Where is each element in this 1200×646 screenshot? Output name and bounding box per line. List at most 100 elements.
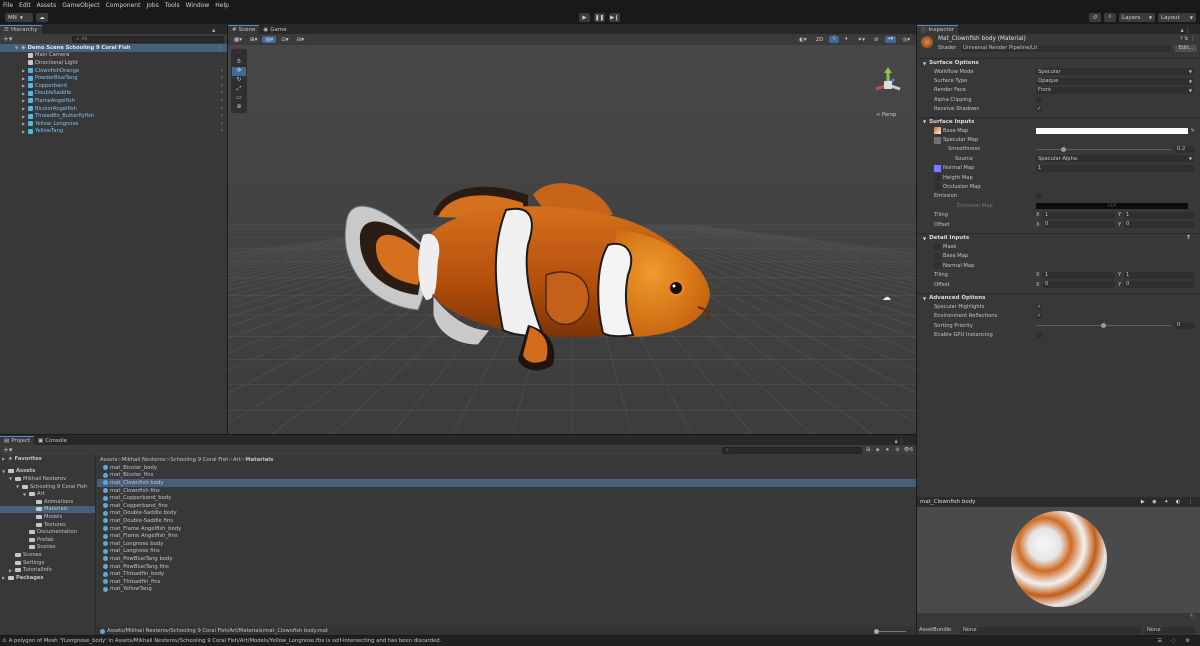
menu-item-edit[interactable]: Edit bbox=[19, 2, 31, 9]
hidden-objects-icon[interactable]: ⊘ bbox=[870, 36, 882, 43]
project-tree-item[interactable]: ▶ Packages bbox=[0, 574, 95, 582]
detail-offset-x-field[interactable]: 0 bbox=[1043, 281, 1115, 288]
hierarchy-item[interactable]: ▶ Copperband › bbox=[0, 82, 227, 90]
project-tree-item[interactable]: ▼ Mikhail Nesterov bbox=[0, 475, 95, 483]
file-item[interactable]: mat_Threadfin_body bbox=[97, 570, 916, 578]
file-item[interactable]: mat_PowBlueTang body bbox=[97, 555, 916, 563]
specular-highlights-checkbox[interactable]: ✓ bbox=[1036, 303, 1042, 310]
detail-tiling-x-field[interactable]: 1 bbox=[1043, 271, 1115, 279]
breadcrumb-item[interactable]: Materials bbox=[245, 457, 273, 463]
account-dropdown[interactable]: MN ▼ bbox=[5, 13, 33, 22]
tiling-x-field[interactable]: 1 bbox=[1043, 211, 1115, 219]
history-icon[interactable]: ↺ bbox=[1089, 13, 1101, 22]
cloud-icon[interactable]: ☁ bbox=[36, 13, 48, 22]
hierarchy-item[interactable]: Main Camera bbox=[0, 52, 227, 60]
open-prefab-icon[interactable]: › bbox=[221, 98, 223, 104]
hierarchy-item[interactable]: ▶ PowderBlueTang › bbox=[0, 74, 227, 82]
file-item[interactable]: mat_Bicolor_fins bbox=[97, 472, 916, 480]
clownfish-model[interactable] bbox=[228, 45, 916, 434]
smoothness-slider-thumb[interactable] bbox=[1061, 146, 1066, 152]
tag-icon[interactable]: 🏷︎ bbox=[1190, 614, 1196, 620]
open-prefab-icon[interactable]: › bbox=[221, 128, 223, 134]
pause-button[interactable]: ❚❚ bbox=[594, 13, 605, 22]
open-prefab-icon[interactable]: › bbox=[221, 83, 223, 89]
hierarchy-search-input[interactable]: ⌕ All bbox=[72, 35, 224, 43]
audio-toggle-icon[interactable]: 🔈︎ bbox=[842, 36, 852, 43]
menu-item-file[interactable]: File bbox=[3, 2, 13, 9]
icon-size-slider-thumb[interactable] bbox=[874, 628, 879, 634]
icon-size-slider[interactable] bbox=[874, 628, 906, 634]
emission-color[interactable]: HDR bbox=[1036, 202, 1188, 209]
surface-type-dropdown[interactable]: Opaque ▼ bbox=[1036, 77, 1194, 85]
breadcrumb-item[interactable]: Assets bbox=[100, 457, 117, 463]
tab-hierarchy[interactable]: ☰ Hierarchy bbox=[0, 25, 42, 34]
normal-map-thumbnail[interactable] bbox=[934, 164, 941, 172]
status-message[interactable]: A polygon of Mesh 'YLongnose_body' in As… bbox=[9, 638, 442, 644]
base-map-thumbnail[interactable] bbox=[934, 127, 941, 135]
caret-icon[interactable]: ▼ bbox=[23, 492, 27, 497]
env-reflections-checkbox[interactable]: ✓ bbox=[1036, 313, 1042, 320]
play-button[interactable]: ▶ bbox=[579, 13, 590, 22]
tiling-y-field[interactable]: 1 bbox=[1124, 211, 1194, 219]
file-item[interactable]: mat_Double-Saddle body bbox=[97, 510, 916, 518]
file-item[interactable]: mat_Flame Angelfish_body bbox=[97, 525, 916, 533]
mode-2d-toggle[interactable]: 2D bbox=[812, 36, 827, 43]
hierarchy-item[interactable]: ▶ YellowTang › bbox=[0, 128, 227, 136]
assetbundle-variant-dropdown[interactable]: None bbox=[1145, 627, 1195, 634]
project-tree-item[interactable]: Textures bbox=[0, 521, 95, 529]
hierarchy-item[interactable]: ▶ Threadfin_Butterflyfish › bbox=[0, 112, 227, 120]
project-tree-item[interactable]: Materials bbox=[0, 505, 95, 514]
specular-map-thumbnail[interactable] bbox=[934, 136, 941, 144]
overlay-icon[interactable]: ◎▾ bbox=[899, 36, 913, 43]
favorites-item[interactable]: ▶ ★ Favorites bbox=[0, 455, 95, 463]
smoothness-slider-track[interactable] bbox=[1036, 148, 1171, 150]
project-tree-item[interactable]: ▶ TutorialInfo bbox=[0, 566, 95, 574]
file-item[interactable]: mat_YellowTang bbox=[97, 586, 916, 594]
offset-x-field[interactable]: 0 bbox=[1043, 221, 1115, 229]
caret-right-icon[interactable]: ▶ bbox=[22, 121, 26, 126]
file-item[interactable]: mat_Copperband_body bbox=[97, 494, 916, 502]
sorting-priority-field[interactable]: 0 bbox=[1175, 322, 1195, 330]
menu-item-tools[interactable]: Tools bbox=[165, 2, 180, 9]
effects-toggle-icon[interactable]: ✦▾ bbox=[854, 36, 868, 43]
layers-dropdown[interactable]: Layers ▼ bbox=[1119, 13, 1155, 22]
caret-right-icon[interactable]: ▶ bbox=[22, 83, 26, 88]
caret-icon[interactable]: ▶ bbox=[9, 568, 13, 573]
caret-icon[interactable]: ▶ bbox=[2, 575, 6, 580]
height-map-thumbnail[interactable] bbox=[934, 174, 941, 182]
shader-edit-button[interactable]: Edit... bbox=[1175, 45, 1197, 52]
caret-icon[interactable]: ▼ bbox=[9, 476, 13, 481]
normal-scale-field[interactable]: 1 bbox=[1036, 164, 1194, 172]
file-item[interactable]: mat_Threadfin_fins bbox=[97, 578, 916, 586]
draw-mode-button[interactable]: ▦▾ bbox=[231, 36, 245, 43]
project-tree-item[interactable]: ▼ Schooling 9 Coral Fish bbox=[0, 483, 95, 491]
status-icons[interactable]: ☰ ◌ ⚙ bbox=[1157, 638, 1194, 644]
file-item[interactable]: mat_Clownfish body bbox=[97, 479, 916, 487]
orientation-gizmo[interactable] bbox=[870, 67, 906, 105]
project-tree-item[interactable]: Documentation bbox=[0, 528, 95, 536]
pivot-button[interactable]: ⊞▾ bbox=[246, 36, 261, 43]
open-prefab-icon[interactable]: › bbox=[221, 68, 223, 74]
assetbundle-dropdown[interactable]: None bbox=[961, 627, 1141, 634]
lock-icon[interactable]: 🔒︎ ⋮ bbox=[895, 439, 904, 445]
open-prefab-icon[interactable]: › bbox=[221, 75, 223, 81]
detail-tiling-y-field[interactable]: 1 bbox=[1124, 271, 1194, 279]
transform-tool-icon[interactable]: ⊕ bbox=[232, 103, 246, 112]
project-search-input[interactable]: ⌕ bbox=[721, 446, 862, 454]
scene-root[interactable]: ▼ ◈ Demo Scene Schooling 9 Coral Fish ⋮ bbox=[0, 44, 227, 52]
open-prefab-icon[interactable]: › bbox=[221, 90, 223, 96]
drag-handle-icon[interactable]: ⋯ bbox=[232, 50, 246, 58]
workflow-dropdown[interactable]: Specular ▼ bbox=[1036, 68, 1194, 76]
lock-icon[interactable]: 🔒︎ bbox=[212, 28, 215, 34]
caret-right-icon[interactable]: ▶ bbox=[22, 129, 26, 134]
hierarchy-item[interactable]: Directional Light bbox=[0, 59, 227, 67]
open-prefab-icon[interactable]: › bbox=[221, 113, 223, 119]
caret-icon[interactable]: ▼ bbox=[2, 469, 6, 474]
help-icon[interactable]: ? bbox=[1187, 235, 1190, 241]
project-tree-item[interactable]: Models bbox=[0, 513, 95, 521]
project-tree-item[interactable]: Animations bbox=[0, 498, 95, 506]
render-face-dropdown[interactable]: Front ▼ bbox=[1036, 86, 1194, 94]
preview-controls-icon[interactable]: ▶ ◉ ✦ ◐ ⋮ bbox=[1141, 499, 1196, 505]
caret-right-icon[interactable]: ▶ bbox=[22, 91, 26, 96]
menu-item-assets[interactable]: Assets bbox=[37, 2, 57, 9]
